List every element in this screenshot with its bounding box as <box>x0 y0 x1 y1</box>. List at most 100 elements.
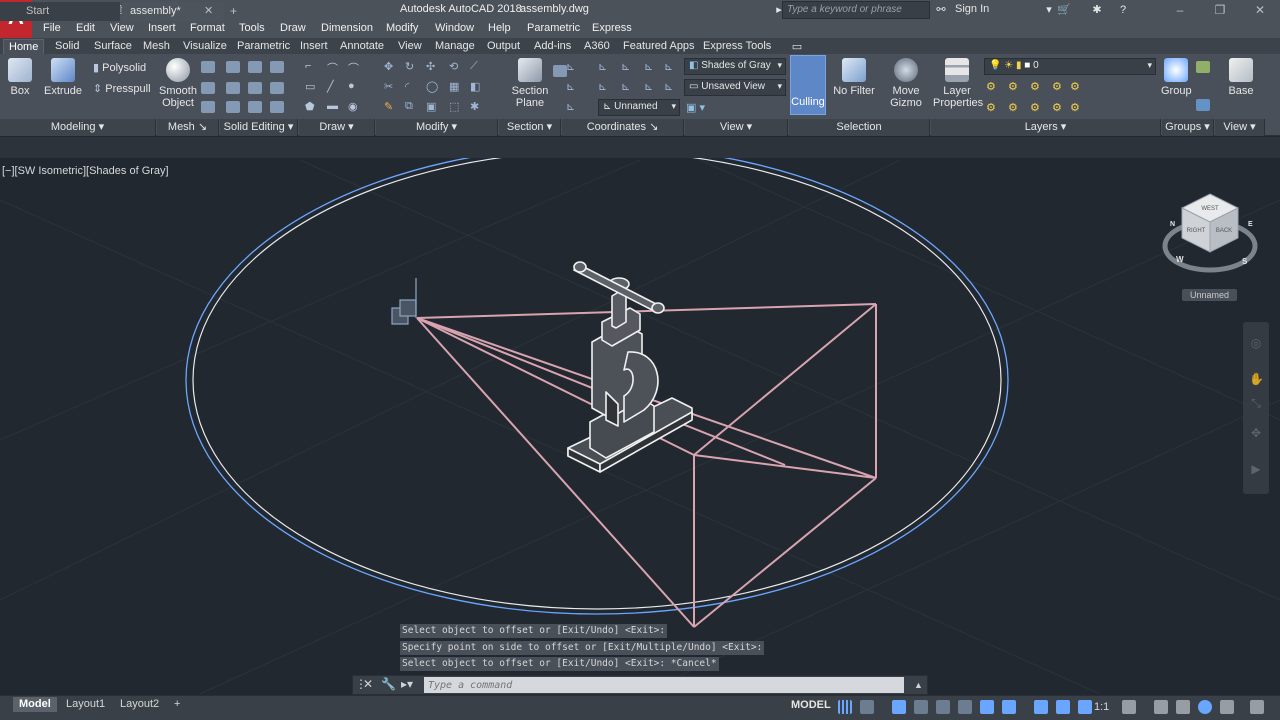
arc-icon[interactable]: ⌒ <box>348 60 359 76</box>
3d-move-icon[interactable]: ✣ <box>426 60 435 73</box>
copy-icon[interactable]: ⧉ <box>405 100 413 113</box>
smooth-object-button[interactable]: Smooth Object <box>159 58 197 109</box>
menu-edit[interactable]: Edit <box>76 22 95 34</box>
group-edit-icon[interactable] <box>1196 99 1210 111</box>
3d-align-icon[interactable]: ⟋ <box>470 60 478 73</box>
slice-icon[interactable] <box>226 82 240 94</box>
sign-in-button[interactable]: Sign In <box>955 3 989 15</box>
ucs-settings-icon[interactable]: ⊾ <box>566 100 575 113</box>
layer-on-icon[interactable]: ⚙ <box>1030 101 1040 114</box>
mesh-tool-icon[interactable] <box>201 61 215 73</box>
imprint-icon[interactable] <box>226 101 240 113</box>
visual-style-combo[interactable]: ◧ Shades of Gray ▾ <box>684 58 786 75</box>
modeling-panel-footer[interactable]: Modeling ▾ <box>0 119 156 136</box>
layer-properties-button[interactable]: Layer Properties <box>933 58 983 109</box>
region-icon[interactable]: ▬ <box>327 100 338 112</box>
menu-format[interactable]: Format <box>190 22 225 34</box>
isolate-objects-icon[interactable] <box>1176 700 1190 714</box>
menu-help[interactable]: Help <box>488 22 511 34</box>
subtract-icon[interactable] <box>248 61 262 73</box>
cart-icon[interactable]: 🛒 <box>1057 3 1071 17</box>
history-up-icon[interactable]: ▲ <box>914 680 923 690</box>
tab-featured-apps[interactable]: Featured Apps <box>618 39 700 54</box>
viewport-controls-label[interactable]: [−][SW Isometric][Shades of Gray] <box>2 165 169 177</box>
polar-icon[interactable] <box>914 700 928 714</box>
add-layout-icon[interactable]: + <box>168 697 186 712</box>
showmotion-icon[interactable]: ▶ <box>1249 462 1263 476</box>
tab-insert[interactable]: Insert <box>295 39 333 54</box>
close-command-icon[interactable]: ✕ <box>363 677 373 691</box>
menu-file[interactable]: File <box>43 22 61 34</box>
tab-view[interactable]: View <box>393 39 427 54</box>
model-tab[interactable]: Model <box>13 697 57 712</box>
array-icon[interactable]: ▦ <box>449 80 459 93</box>
box-button[interactable]: Box <box>6 58 34 97</box>
start-tab[interactable]: Start <box>0 2 120 21</box>
model-space-button[interactable]: MODEL <box>791 699 831 711</box>
tab-visualize[interactable]: Visualize <box>178 39 232 54</box>
menu-dimension[interactable]: Dimension <box>321 22 373 34</box>
plus-icon[interactable] <box>1154 700 1168 714</box>
line-icon[interactable]: ⌐ <box>305 60 311 72</box>
layer-combo[interactable]: 💡 ☀ ▮ ■ 0 ▾ <box>984 58 1156 75</box>
layer-match-icon[interactable]: ⚙ <box>1070 80 1080 93</box>
saved-view-combo[interactable]: ▭ Unsaved View ▾ <box>684 79 786 96</box>
menu-tools[interactable]: Tools <box>239 22 265 34</box>
ucs-object-icon[interactable]: ⊾ <box>664 60 673 73</box>
intersect-icon[interactable] <box>270 61 284 73</box>
hatch-icon[interactable]: ◉ <box>348 100 358 113</box>
explode-icon[interactable]: ✱ <box>470 100 479 113</box>
polygon-icon[interactable]: ⬟ <box>305 100 315 113</box>
culling-button[interactable]: Culling <box>790 55 826 115</box>
layer-freeze-icon[interactable]: ⚙ <box>1030 80 1040 93</box>
vise-model[interactable] <box>567 261 693 473</box>
tab-home[interactable]: Home <box>3 39 45 54</box>
layer-lock-icon[interactable]: ⚙ <box>1052 80 1062 93</box>
camera-frustum[interactable] <box>416 303 877 628</box>
ungroup-icon[interactable] <box>1196 61 1210 73</box>
orbit-icon[interactable]: ✥ <box>1249 426 1263 440</box>
scale-selector[interactable]: 1:1 <box>1088 700 1115 715</box>
isodraft-icon[interactable] <box>936 700 950 714</box>
camera-icon[interactable] <box>391 278 417 325</box>
grid-icon[interactable] <box>838 700 852 714</box>
section-panel-footer[interactable]: Section ▾ <box>499 119 561 136</box>
help-icon[interactable]: ? <box>1116 3 1130 17</box>
command-input[interactable] <box>424 677 904 693</box>
groups-panel-footer[interactable]: Groups ▾ <box>1162 119 1214 136</box>
selection-panel-footer[interactable]: Selection <box>789 119 930 136</box>
mesh-panel-footer[interactable]: Mesh ↘ <box>157 119 219 136</box>
tab-parametric[interactable]: Parametric <box>232 39 295 54</box>
coordinates-panel-footer[interactable]: Coordinates ↘ <box>562 119 684 136</box>
ucs-origin-icon[interactable]: ⊾ <box>598 80 607 93</box>
draw-panel-footer[interactable]: Draw ▾ <box>299 119 375 136</box>
3d-rotate-icon[interactable]: ⟲ <box>449 60 458 73</box>
section-plane-button[interactable]: Section Plane <box>510 58 550 109</box>
rectangle-icon[interactable]: ▭ <box>305 80 315 93</box>
solid-editing-panel-footer[interactable]: Solid Editing ▾ <box>220 119 298 136</box>
tab-annotate[interactable]: Annotate <box>335 39 389 54</box>
chevron-down-icon[interactable]: ▾ <box>1042 3 1056 17</box>
ucs-3point-icon[interactable]: ⊾ <box>644 80 653 93</box>
ucs-menu-button[interactable]: Unnamed <box>1182 289 1237 301</box>
layer-unlock-icon[interactable]: ⚙ <box>1070 101 1080 114</box>
view-panel-footer[interactable]: View ▾ <box>685 119 788 136</box>
modify-panel-footer[interactable]: Modify ▾ <box>376 119 498 136</box>
model-scene[interactable] <box>0 158 1280 694</box>
menu-draw[interactable]: Draw <box>280 22 306 34</box>
customize-menu-icon[interactable] <box>1250 700 1264 714</box>
hardware-acceleration-icon[interactable] <box>1198 700 1212 714</box>
layer-walk-icon[interactable]: ⚙ <box>1008 101 1018 114</box>
layer-off-icon[interactable]: ⚙ <box>986 80 996 93</box>
ucs-view-icon[interactable]: ⊾ <box>566 80 575 93</box>
offset-icon[interactable]: ◯ <box>426 80 438 93</box>
tracking-icon[interactable] <box>958 700 972 714</box>
close-icon[interactable]: ✕ <box>1240 0 1280 20</box>
compass-south-label[interactable]: S <box>1242 257 1248 266</box>
menu-insert[interactable]: Insert <box>148 22 176 34</box>
layer-isolate-icon[interactable]: ⚙ <box>1008 80 1018 93</box>
minimize-icon[interactable]: – <box>1160 0 1200 20</box>
snap-icon[interactable] <box>860 700 874 714</box>
3d-osnap-icon[interactable] <box>1002 700 1016 714</box>
exchange-icon[interactable]: ✱ <box>1090 3 1104 17</box>
